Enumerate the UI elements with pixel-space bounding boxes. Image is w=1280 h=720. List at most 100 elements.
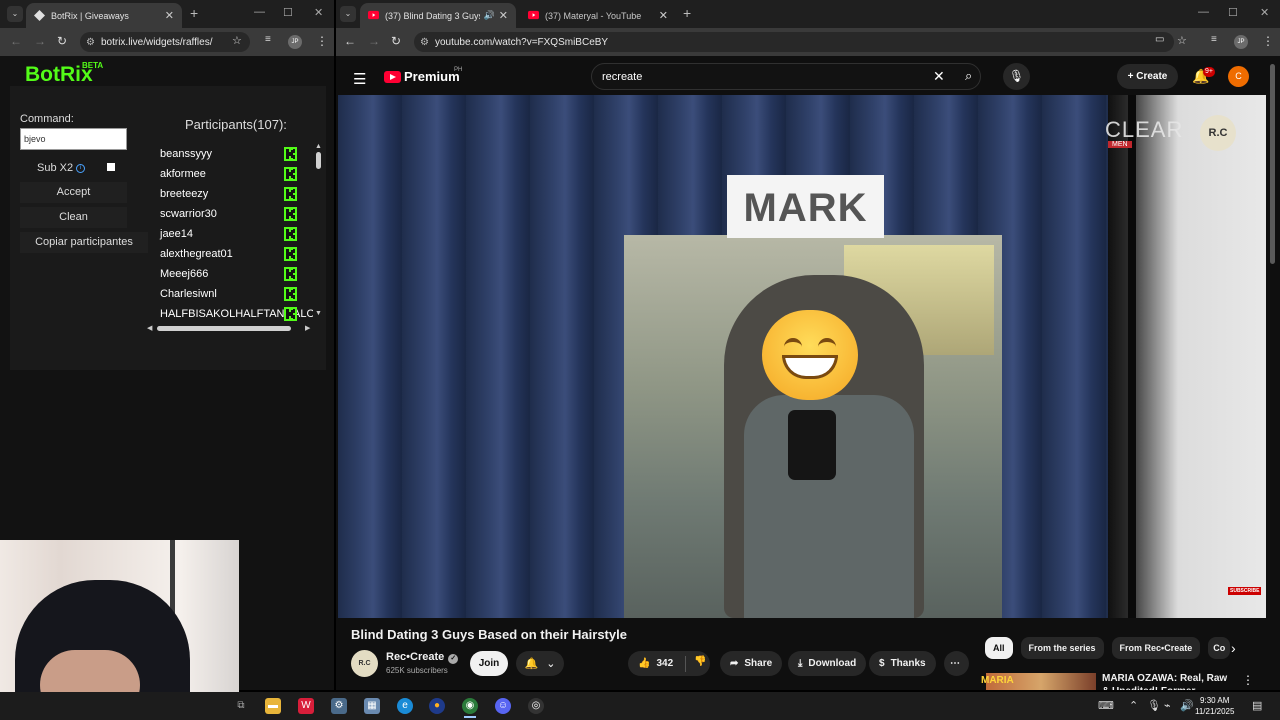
obs-icon[interactable]: ◎ bbox=[528, 698, 544, 714]
join-button[interactable]: Join bbox=[470, 651, 508, 676]
youtube-premium-logo[interactable]: Premium PH bbox=[384, 67, 462, 84]
channel-watermark[interactable]: R.C bbox=[1200, 115, 1236, 151]
close-tab-icon[interactable]: ✕ bbox=[165, 9, 174, 22]
install-app-icon[interactable]: ▭ bbox=[1155, 34, 1164, 45]
subscribed-bell-button[interactable]: 🔔 ⌄ bbox=[516, 651, 564, 676]
microphone-tray-icon[interactable]: 🎙 bbox=[1147, 699, 1161, 712]
like-button[interactable]: 👍 342 👎 bbox=[628, 651, 710, 676]
search-input[interactable]: recreate ✕ ⌕ bbox=[591, 63, 981, 90]
minimize-button[interactable]: — bbox=[1198, 6, 1209, 18]
mic-icon[interactable]: 🎙 bbox=[1003, 63, 1030, 90]
search-icon[interactable]: ⌕ bbox=[965, 68, 972, 84]
new-tab-button[interactable]: + bbox=[190, 5, 198, 21]
channel-name-text: Rec•Create bbox=[386, 651, 445, 663]
calculator-icon[interactable]: ▦ bbox=[364, 698, 380, 714]
command-input[interactable] bbox=[20, 128, 127, 150]
site-info-icon[interactable]: ⚙ bbox=[420, 37, 429, 48]
profile-avatar[interactable]: JP bbox=[1234, 35, 1248, 49]
tab-media-icon[interactable]: ≡ bbox=[1211, 34, 1217, 45]
subx2-checkbox[interactable] bbox=[107, 163, 115, 171]
info-icon[interactable]: i bbox=[76, 163, 86, 173]
new-tab-button[interactable]: + bbox=[683, 5, 691, 21]
chevron-right-icon[interactable]: › bbox=[1231, 640, 1236, 656]
copy-participants-button[interactable]: Copiar participantes bbox=[20, 232, 148, 253]
share-button[interactable]: ➦ Share bbox=[720, 651, 783, 676]
more-actions-button[interactable]: ⋯ bbox=[944, 651, 969, 676]
page-scrollbar[interactable] bbox=[1270, 64, 1275, 264]
video-player[interactable]: MARK CLEAR MEN R.C SUBSCRIBE bbox=[338, 95, 1266, 618]
user-avatar[interactable]: C bbox=[1228, 66, 1249, 87]
maximize-button[interactable]: ☐ bbox=[283, 6, 293, 19]
subscribe-overlay[interactable]: SUBSCRIBE bbox=[1228, 587, 1262, 595]
tab-search-icon[interactable]: ⌄ bbox=[340, 6, 356, 22]
site-info-icon[interactable]: ⚙ bbox=[86, 37, 95, 48]
clock[interactable]: 9:30 AM 11/21/2025 bbox=[1195, 695, 1234, 717]
create-button[interactable]: + Create bbox=[1117, 64, 1178, 89]
discord-icon[interactable]: ☺ bbox=[495, 698, 511, 714]
back-icon[interactable]: ← bbox=[344, 34, 356, 48]
scroll-down-icon[interactable]: ▼ bbox=[315, 310, 322, 317]
close-window-button[interactable]: ✕ bbox=[1260, 6, 1269, 19]
volume-icon[interactable]: 🔊 bbox=[1180, 699, 1194, 712]
accept-button[interactable]: Accept bbox=[20, 182, 127, 203]
chip-all[interactable]: All bbox=[985, 637, 1013, 659]
logo-text: Premium bbox=[404, 69, 460, 84]
close-window-button[interactable]: ✕ bbox=[314, 6, 323, 19]
chip-from-series[interactable]: From the series bbox=[1020, 637, 1104, 659]
audio-playing-icon[interactable]: 🔊 bbox=[484, 10, 495, 21]
notifications-icon[interactable]: ▤ bbox=[1252, 699, 1262, 712]
browser-menu-icon[interactable]: ⋮ bbox=[1262, 34, 1274, 48]
channel-avatar[interactable]: R.C bbox=[351, 650, 378, 677]
settings-app-icon[interactable]: ⚙ bbox=[331, 698, 347, 714]
bookmark-star-icon[interactable]: ☆ bbox=[232, 34, 242, 47]
participants-vscrollbar[interactable]: ▲ ▼ bbox=[313, 143, 323, 318]
url-bar[interactable]: ⚙ youtube.com/watch?v=FXQSmiBCeBY bbox=[414, 32, 1174, 52]
file-explorer-icon[interactable]: ▬ bbox=[265, 698, 281, 714]
bookmark-star-icon[interactable]: ☆ bbox=[1177, 34, 1187, 47]
back-icon[interactable]: ← bbox=[10, 34, 22, 48]
tab-botrix[interactable]: BotRix | Giveaways ✕ bbox=[26, 3, 182, 28]
close-tab-icon[interactable]: ✕ bbox=[659, 9, 668, 22]
more-icon[interactable]: ⋮ bbox=[1242, 673, 1254, 687]
channel-name[interactable]: Rec•Create ✓ bbox=[386, 651, 459, 664]
wps-office-icon[interactable]: W bbox=[298, 698, 314, 714]
clock-date: 11/21/2025 bbox=[1195, 707, 1235, 716]
menu-icon[interactable]: ☰ bbox=[353, 70, 366, 88]
thanks-button[interactable]: $ Thanks bbox=[869, 651, 936, 676]
download-button[interactable]: ⤓ Download bbox=[788, 651, 867, 676]
profile-avatar[interactable]: JP bbox=[288, 35, 302, 49]
tab-blind-dating[interactable]: (37) Blind Dating 3 Guys Ba 🔊 ✕ bbox=[360, 3, 516, 28]
scroll-left-icon[interactable]: ◀ bbox=[147, 324, 152, 332]
forward-icon[interactable]: → bbox=[34, 34, 46, 48]
close-tab-icon[interactable]: ✕ bbox=[499, 9, 508, 22]
scroll-right-icon[interactable]: ▶ bbox=[305, 324, 310, 332]
reload-icon[interactable]: ↻ bbox=[57, 34, 67, 48]
hscroll-thumb[interactable] bbox=[157, 326, 291, 331]
task-view-icon[interactable]: ⧉ bbox=[233, 698, 249, 714]
browser-menu-icon[interactable]: ⋮ bbox=[316, 34, 328, 48]
recommended-title[interactable]: MARIA OZAWA: Real, Raw & Unedited! Forme… bbox=[1102, 672, 1232, 690]
forward-icon[interactable]: → bbox=[368, 34, 380, 48]
clear-search-icon[interactable]: ✕ bbox=[933, 68, 945, 85]
firefox-icon[interactable]: ● bbox=[429, 698, 445, 714]
tab-media-icon[interactable]: ≡ bbox=[265, 34, 271, 45]
edge-icon[interactable]: e bbox=[397, 698, 413, 714]
network-icon[interactable]: ⌁ bbox=[1164, 699, 1171, 712]
dislike-icon[interactable]: 👎 bbox=[685, 655, 707, 672]
show-hidden-icon[interactable]: ⌃ bbox=[1129, 699, 1138, 712]
tab-materyal[interactable]: (37) Materyal - YouTube ✕ bbox=[520, 3, 676, 28]
minimize-button[interactable]: — bbox=[254, 6, 265, 18]
chrome-icon[interactable]: ◉ bbox=[462, 698, 478, 714]
chip-from-channel[interactable]: From Rec•Create bbox=[1111, 637, 1201, 659]
tab-search-icon[interactable]: ⌄ bbox=[7, 6, 23, 22]
keyboard-icon[interactable]: ⌨ bbox=[1098, 699, 1114, 712]
maximize-button[interactable]: ☐ bbox=[1228, 6, 1238, 19]
participant-name: Meeej666 bbox=[160, 268, 209, 280]
scroll-up-icon[interactable]: ▲ bbox=[315, 143, 322, 150]
chip-more[interactable]: Co bbox=[1208, 637, 1231, 659]
clean-button[interactable]: Clean bbox=[20, 207, 127, 228]
scroll-thumb[interactable] bbox=[316, 152, 321, 169]
reload-icon[interactable]: ↻ bbox=[391, 34, 401, 48]
url-bar[interactable]: ⚙ botrix.live/widgets/raffles/ bbox=[80, 32, 250, 52]
participants-hscrollbar[interactable]: ◀ ▶ bbox=[147, 324, 313, 332]
